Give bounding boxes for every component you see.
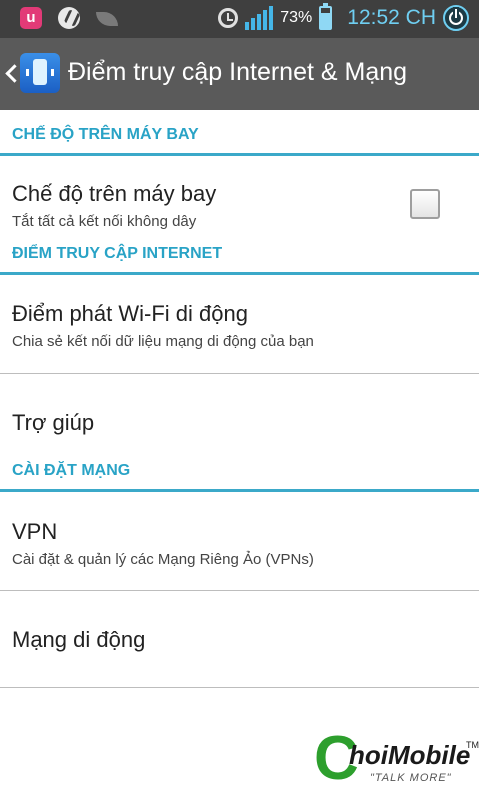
settings-list: CHẾ ĐỘ TRÊN MÁY BAY Chế độ trên máy bay … xyxy=(0,110,479,688)
mobile-hotspot-summary: Chia sẻ kết nối dữ liệu mạng di động của… xyxy=(12,333,314,350)
airplane-mode-checkbox[interactable] xyxy=(410,189,440,219)
u-plus-icon: u xyxy=(20,7,42,29)
airplane-mode-summary: Tắt tất cả kết nối không dây xyxy=(12,213,197,230)
s-sync-icon xyxy=(58,7,80,29)
page-title: Điểm truy cập Internet & Mạng xyxy=(68,58,408,86)
airplane-mode-item[interactable]: Chế độ trên máy bay Tắt tất cả kết nối k… xyxy=(0,156,479,230)
status-bar: u 73% 12:52 CH xyxy=(0,0,479,38)
mobile-hotspot-item[interactable]: Điểm phát Wi-Fi di động Chia sẻ kết nối … xyxy=(0,275,479,373)
signal-icon xyxy=(245,6,274,30)
divider xyxy=(0,687,479,688)
airplane-mode-title: Chế độ trên máy bay xyxy=(12,181,217,206)
logo-tagline: "TALK MORE" xyxy=(370,772,452,784)
battery-icon xyxy=(319,3,333,30)
mobile-hotspot-title: Điểm phát Wi-Fi di động xyxy=(12,301,248,326)
title-bar: Điểm truy cập Internet & Mạng xyxy=(0,38,479,110)
power-icon[interactable] xyxy=(443,5,469,31)
watermark-logo: C hoiMobile TM "TALK MORE" xyxy=(308,726,479,799)
section-header-network-settings: CÀI ĐẶT MẠNG xyxy=(0,446,479,492)
section-header-airplane: CHẾ ĐỘ TRÊN MÁY BAY xyxy=(0,110,479,156)
network-phone-icon[interactable] xyxy=(20,53,60,93)
mobile-network-title: Mạng di động xyxy=(12,627,146,652)
mobile-network-item[interactable]: Mạng di động xyxy=(0,591,479,687)
vpn-summary: Cài đặt & quản lý các Mạng Riêng Ảo (VPN… xyxy=(12,551,314,568)
clock: 12:52 CH xyxy=(347,6,436,29)
vpn-item[interactable]: VPN Cài đặt & quản lý các Mạng Riêng Ảo … xyxy=(0,492,479,590)
battery-percent: 73% xyxy=(280,9,313,26)
section-header-internet-access: ĐIỂM TRUY CẬP INTERNET xyxy=(0,229,479,275)
vpn-title: VPN xyxy=(12,519,58,544)
alarm-icon xyxy=(218,8,239,28)
logo-brand: hoiMobile xyxy=(349,740,471,770)
leaf-icon xyxy=(96,12,118,26)
logo-trademark: TM xyxy=(466,740,479,750)
help-title: Trợ giúp xyxy=(12,410,95,435)
